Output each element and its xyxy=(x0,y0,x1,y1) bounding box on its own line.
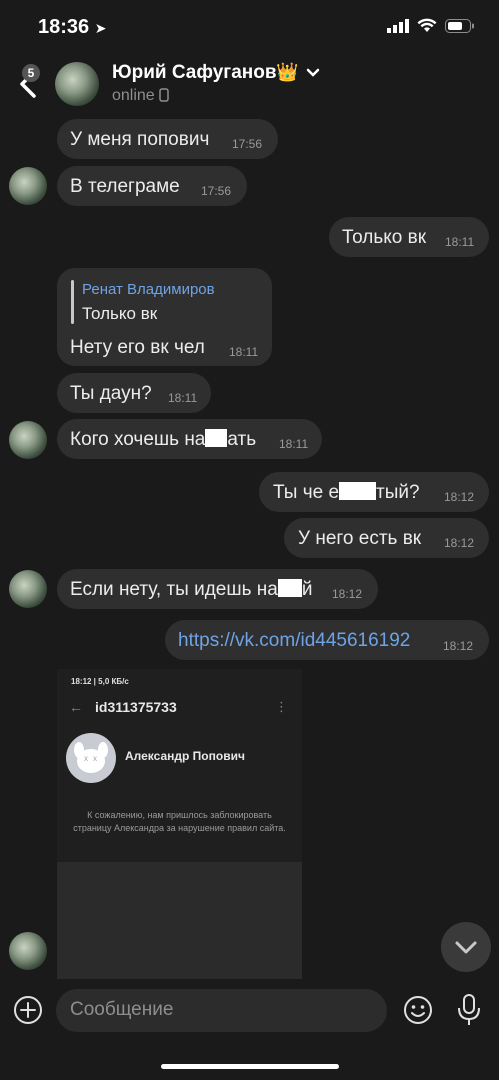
crown-icon: 👑 xyxy=(276,62,299,82)
image-status-text: 18:12 | 5,0 КБ/с xyxy=(71,677,129,686)
phone-icon xyxy=(159,88,169,102)
attached-image[interactable]: 18:12 | 5,0 КБ/с ← id311375733 ⋮ xx Алек… xyxy=(57,669,302,979)
message-bubble[interactable]: Если нету, ты идешь на й 18:12 xyxy=(57,569,378,609)
microphone-icon[interactable] xyxy=(455,992,483,1028)
avatar[interactable] xyxy=(9,570,47,608)
message-bubble-reply[interactable]: Ренат Владимиров Только вк Нету его вк ч… xyxy=(57,268,272,366)
svg-text:x: x xyxy=(84,754,88,763)
message-bubble-outgoing[interactable]: У него есть вк 18:12 xyxy=(284,518,489,558)
message-time: 17:56 xyxy=(201,184,232,198)
battery-icon xyxy=(445,18,474,33)
redaction-box xyxy=(205,429,228,447)
message-text: Только вк xyxy=(342,227,427,248)
attached-image-content: 18:12 | 5,0 КБ/с ← id311375733 ⋮ xx Алек… xyxy=(57,669,302,862)
message-bubble[interactable]: В телеграме 17:56 xyxy=(57,166,247,206)
status-time-text: 18:36 xyxy=(38,16,90,38)
message-time: 18:12 xyxy=(444,536,475,550)
chevron-down-icon[interactable] xyxy=(306,66,320,80)
message-input-placeholder: Сообщение xyxy=(70,999,174,1020)
signal-icon xyxy=(387,18,409,33)
dog-face-icon: xx xyxy=(74,742,108,773)
attach-plus-icon[interactable] xyxy=(12,994,44,1026)
wifi-icon xyxy=(417,18,437,32)
image-user-name: Александр Попович xyxy=(125,749,245,763)
home-indicator xyxy=(161,1064,339,1069)
avatar[interactable] xyxy=(9,932,47,970)
emoji-icon[interactable] xyxy=(402,994,434,1026)
message-bubble[interactable]: Кого хочешь на ать 18:11 xyxy=(57,419,322,459)
reply-author[interactable]: Ренат Владимиров xyxy=(82,281,215,298)
redaction-box xyxy=(339,482,377,500)
avatar[interactable] xyxy=(9,421,47,459)
status-time: 18:36 ➤ xyxy=(38,16,106,39)
avatar[interactable] xyxy=(9,167,47,205)
unread-badge: 5 xyxy=(22,64,40,82)
message-bubble[interactable]: Ты даун? 18:11 xyxy=(57,373,211,413)
contact-name[interactable]: Юрий Сафуганов xyxy=(112,62,277,84)
message-bubble-outgoing[interactable]: Ты че е тый? 18:12 xyxy=(259,472,489,512)
message-time: 18:11 xyxy=(279,437,309,451)
message-text: Кого хочешь на ать xyxy=(70,429,256,451)
message-text-part: Ты че е xyxy=(273,482,340,503)
image-blocked-message: К сожалению, нам пришлось заблокировать … xyxy=(73,810,286,833)
message-text: Ты че е тый? xyxy=(273,482,420,504)
message-bubble-outgoing[interactable]: Только вк 18:11 xyxy=(329,217,489,257)
message-text-part: Кого хочешь на xyxy=(70,429,206,450)
message-text-part: ать xyxy=(227,429,257,450)
avatar[interactable] xyxy=(55,62,99,106)
message-input[interactable]: Сообщение xyxy=(56,989,387,1032)
message-time: 18:11 xyxy=(168,391,198,405)
message-time: 18:11 xyxy=(229,345,259,359)
location-arrow-icon: ➤ xyxy=(94,20,107,36)
message-text: Нету его вк чел xyxy=(70,337,205,358)
chevron-down-icon xyxy=(455,941,477,954)
redaction-box xyxy=(277,579,302,597)
scroll-down-button[interactable] xyxy=(441,922,491,972)
message-time: 18:12 xyxy=(444,490,475,504)
more-vertical-icon: ⋮ xyxy=(275,699,288,714)
message-text-part: й xyxy=(301,579,313,600)
svg-text:x: x xyxy=(93,754,97,763)
reply-text: Только вк xyxy=(82,304,158,323)
message-text: У меня попович xyxy=(70,129,210,150)
message-time: 17:56 xyxy=(232,137,263,151)
message-time: 18:12 xyxy=(443,639,474,653)
reply-quote-bar xyxy=(71,280,74,324)
arrow-left-icon: ← xyxy=(69,699,83,715)
message-text: Если нету, ты идешь на й xyxy=(70,579,312,601)
message-bubble-outgoing[interactable]: https://vk.com/id445616192 18:12 xyxy=(165,620,489,660)
status-icons xyxy=(387,18,475,33)
image-page-id: id311375733 xyxy=(95,699,177,715)
message-text: В телеграме xyxy=(70,176,180,197)
message-link[interactable]: https://vk.com/id445616192 xyxy=(178,630,410,652)
message-text: Ты даун? xyxy=(70,383,152,404)
online-status: online xyxy=(112,87,169,105)
message-text-part: тый? xyxy=(376,482,420,503)
message-text-part: Если нету, ты идешь на xyxy=(70,579,278,600)
deactivated-avatar-icon: xx xyxy=(66,733,116,783)
message-time: 18:11 xyxy=(445,235,475,249)
message-bubble[interactable]: У меня попович 17:56 xyxy=(57,119,278,159)
message-time: 18:12 xyxy=(332,587,363,601)
online-status-text: online xyxy=(112,87,155,104)
message-text: У него есть вк xyxy=(298,528,422,549)
